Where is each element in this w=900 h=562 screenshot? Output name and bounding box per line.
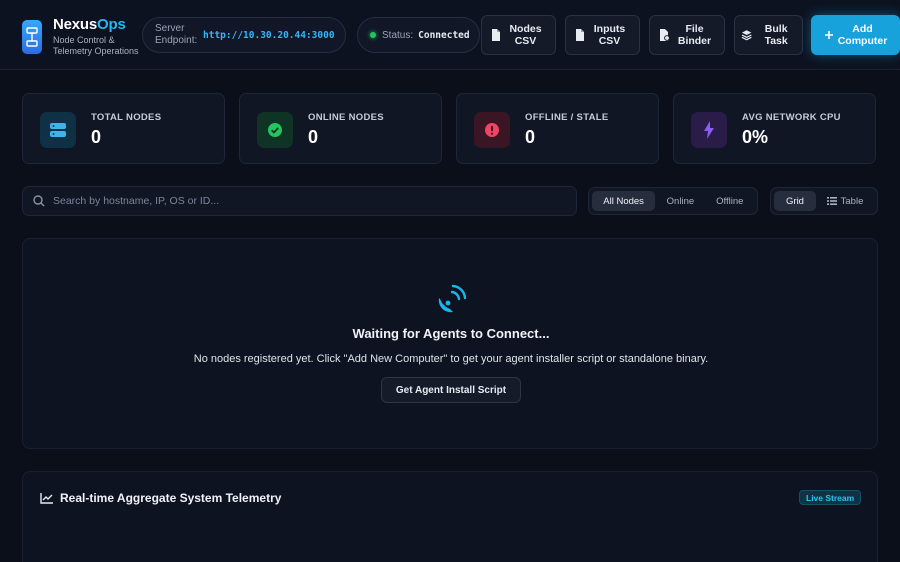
brand-name-main: Nexus: [53, 16, 98, 33]
brand-name: NexusOps: [53, 17, 145, 33]
search-bar[interactable]: Search by hostname, IP, OS or ID...: [22, 186, 577, 216]
status-label: Status:: [382, 29, 414, 41]
nodes-csv-label: Nodes CSV: [509, 23, 542, 47]
live-stream-badge: Live Stream: [799, 490, 862, 505]
search-input[interactable]: Search by hostname, IP, OS or ID...: [53, 195, 219, 207]
add-computer-label: Add Computer: [837, 23, 888, 47]
stat-title: OFFLINE / STALE: [525, 112, 609, 123]
view-table[interactable]: Table: [816, 191, 874, 211]
telemetry-title: Real-time Aggregate System Telemetry: [60, 491, 282, 505]
filter-offline[interactable]: Offline: [706, 191, 754, 211]
bolt-icon: [691, 112, 727, 148]
stat-value: 0: [91, 127, 102, 147]
bulk-task-label: Bulk Task: [764, 23, 788, 47]
list-icon: [826, 197, 837, 205]
file-binder-button[interactable]: File Binder: [649, 15, 725, 55]
plus-icon: [824, 31, 833, 39]
empty-state-title: Waiting for Agents to Connect...: [352, 326, 550, 341]
alert-circle-icon: [474, 112, 510, 148]
server-icon: [40, 112, 76, 148]
chart-line-icon: [40, 492, 53, 504]
file-binder-icon: [659, 29, 670, 41]
server-endpoint-value: http://10.30.20.44:3000: [203, 29, 335, 41]
status-dot-icon: [370, 32, 376, 38]
view-toggle: Grid Table: [770, 187, 878, 215]
filter-all-nodes[interactable]: All Nodes: [592, 191, 656, 211]
layers-icon: [741, 30, 752, 41]
file-binder-label: File Binder: [677, 23, 712, 47]
stat-card-total-nodes: TOTAL NODES 0: [22, 93, 225, 164]
bulk-task-button[interactable]: Bulk Task: [734, 15, 803, 55]
server-endpoint-label: Server Endpoint:: [155, 23, 198, 46]
stat-card-avg-network-cpu: AVG NETWORK CPU 0%: [673, 93, 876, 164]
search-icon: [33, 195, 45, 207]
nodes-csv-button[interactable]: Nodes CSV: [481, 15, 556, 55]
connection-status: Status: Connected: [357, 17, 480, 53]
filter-online[interactable]: Online: [655, 191, 705, 211]
stat-value: 0: [308, 127, 319, 147]
telemetry-panel: Real-time Aggregate System Telemetry Liv…: [22, 471, 878, 562]
status-filter-group: All Nodes Online Offline: [588, 187, 758, 215]
inputs-csv-button[interactable]: Inputs CSV: [565, 15, 640, 55]
stat-card-offline-stale: OFFLINE / STALE 0: [456, 93, 659, 164]
satellite-dish-icon: [435, 284, 467, 321]
app-header: NexusOps Node Control & Telemetry Operat…: [0, 0, 900, 70]
stat-title: AVG NETWORK CPU: [742, 112, 841, 123]
telemetry-header: Real-time Aggregate System Telemetry: [40, 491, 281, 505]
brand-name-accent: Ops: [97, 16, 126, 33]
brand: NexusOps Node Control & Telemetry Operat…: [22, 17, 145, 57]
empty-state-panel: Waiting for Agents to Connect... No node…: [22, 238, 878, 449]
network-logo-icon: [22, 20, 42, 54]
stat-title: ONLINE NODES: [308, 112, 384, 123]
stat-title: TOTAL NODES: [91, 112, 162, 123]
check-circle-icon: [257, 112, 293, 148]
file-csv-icon: [575, 29, 584, 41]
view-grid[interactable]: Grid: [774, 191, 816, 211]
get-agent-install-script-button[interactable]: Get Agent Install Script: [381, 377, 521, 403]
stat-value: 0: [525, 127, 536, 147]
stat-card-online-nodes: ONLINE NODES 0: [239, 93, 442, 164]
empty-state-description: No nodes registered yet. Click "Add New …: [193, 353, 709, 365]
inputs-csv-label: Inputs CSV: [593, 23, 626, 47]
brand-subtitle: Node Control & Telemetry Operations: [53, 35, 139, 56]
add-computer-button[interactable]: Add Computer: [811, 15, 900, 55]
server-endpoint: Server Endpoint: http://10.30.20.44:3000: [142, 17, 346, 53]
view-table-label: Table: [840, 195, 864, 207]
file-csv-icon: [491, 29, 500, 41]
status-value: Connected: [418, 29, 470, 41]
stat-value: 0%: [742, 127, 769, 147]
